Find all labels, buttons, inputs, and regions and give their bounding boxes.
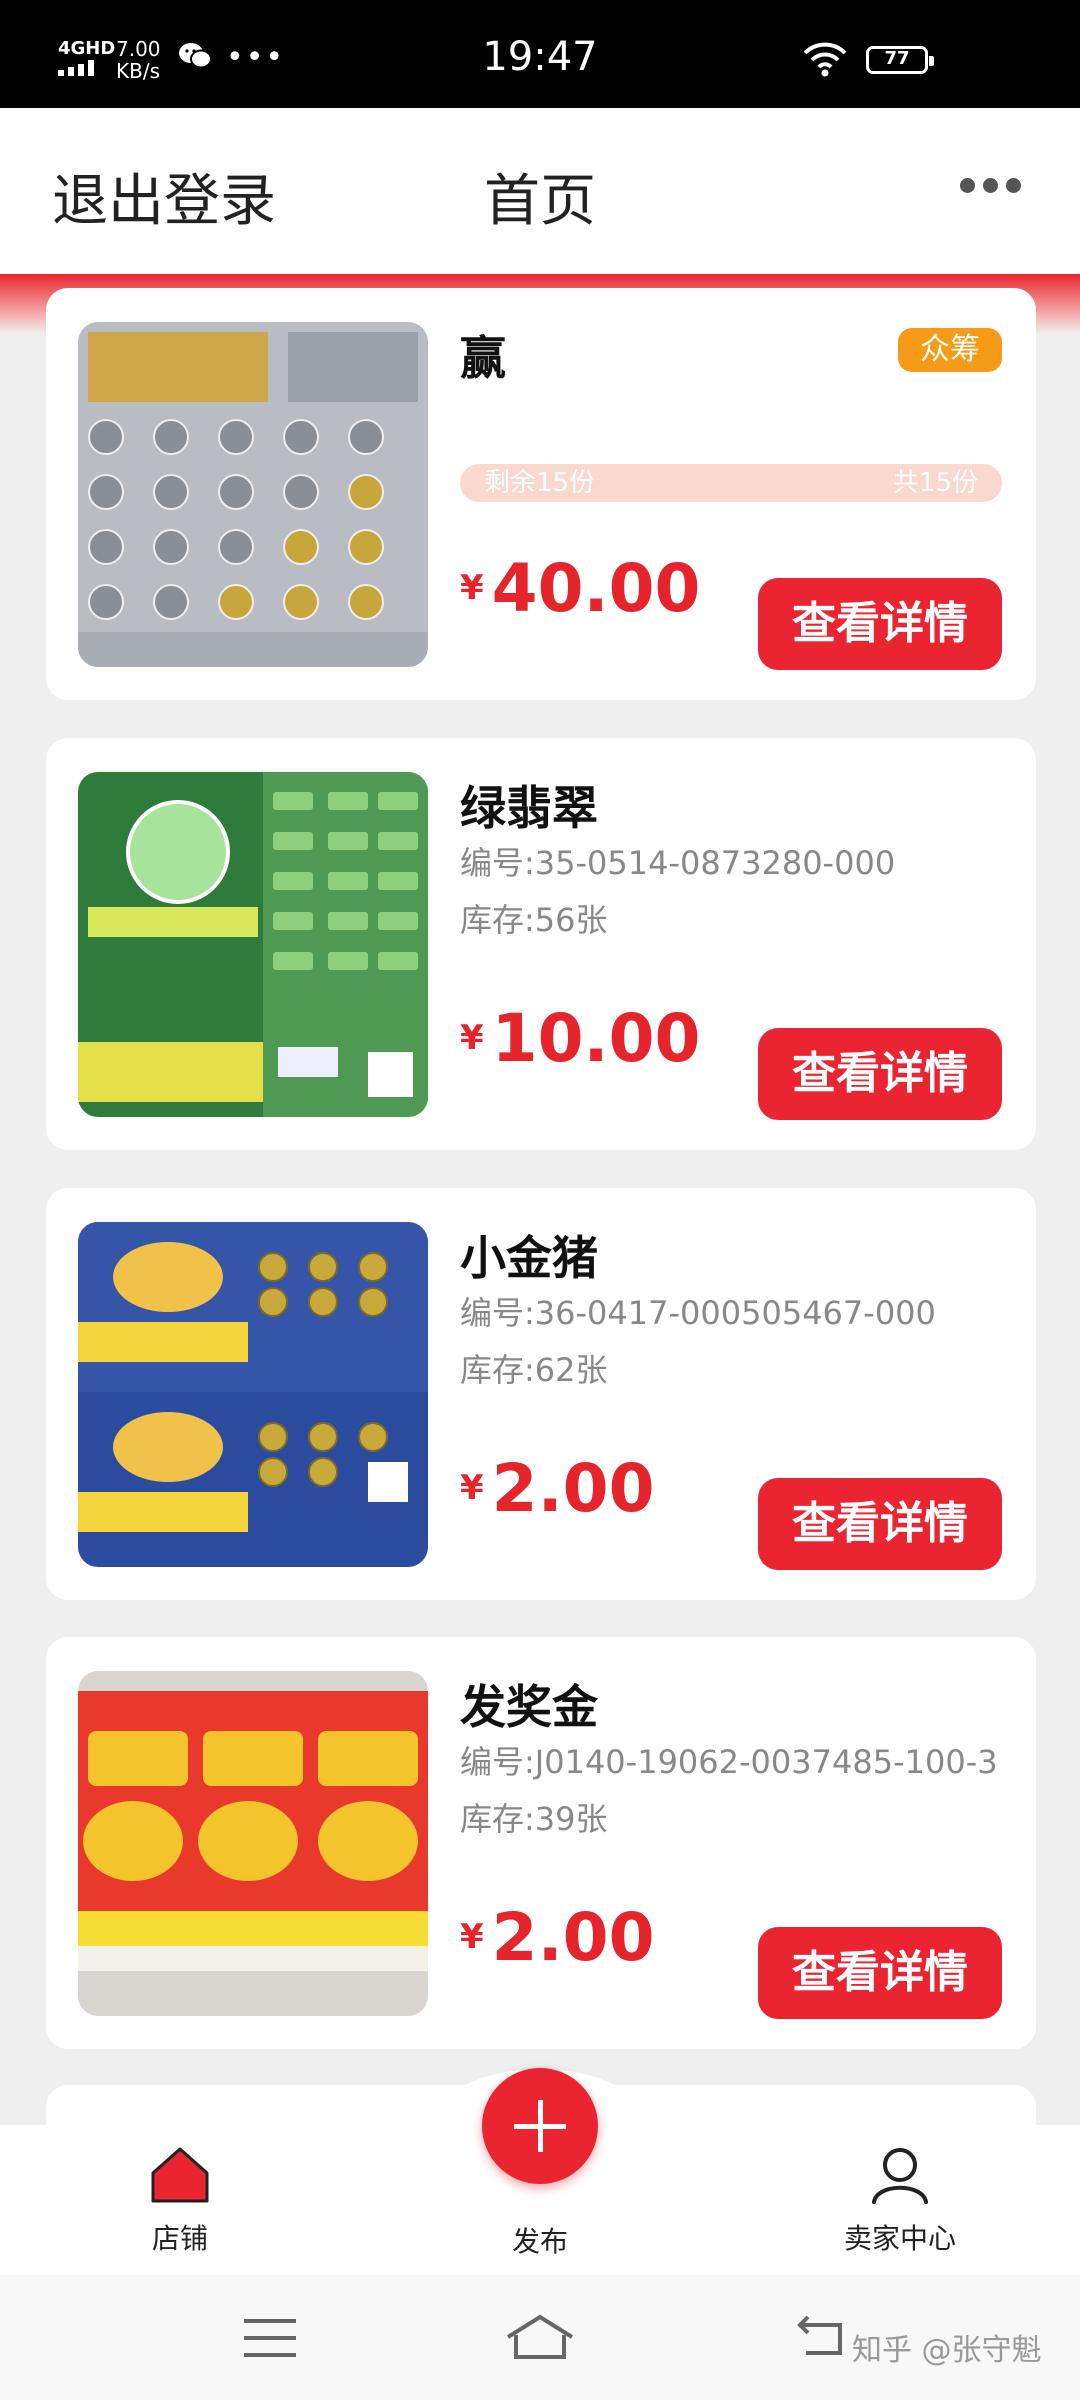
crowdfund-badge: 众筹 (898, 328, 1002, 372)
product-serial: 编号:36-0417-000505467-000 (460, 1294, 936, 1332)
app-header: 退出登录 首页 (0, 108, 1080, 274)
plus-icon (514, 2100, 566, 2152)
product-name: 赢 (460, 331, 506, 385)
user-icon (872, 2148, 928, 2204)
product-stock: 库存:56张 (460, 901, 608, 939)
scratch-ticket-image (78, 1671, 428, 2016)
scratch-ticket-image (78, 772, 428, 1117)
product-price: ¥40.00 (460, 550, 700, 627)
back-icon[interactable] (796, 2311, 850, 2359)
clock: 19:47 (482, 34, 598, 80)
product-name: 小金猪 (460, 1231, 598, 1285)
product-price: ¥2.00 (460, 1899, 655, 1976)
view-details-button[interactable]: 查看详情 (758, 1927, 1002, 2019)
view-details-button[interactable]: 查看详情 (758, 578, 1002, 670)
remaining-progress-bar: 剩余15份 共15份 (460, 464, 1002, 502)
price-amount: 2.00 (491, 1899, 655, 1976)
publish-button[interactable] (482, 2068, 598, 2184)
product-image (78, 772, 428, 1117)
view-details-button[interactable]: 查看详情 (758, 1028, 1002, 1120)
speed-unit: KB/s (116, 59, 160, 83)
price-amount: 40.00 (491, 550, 701, 627)
status-bar: 4GHD 7.00 KB/s ••• 19:47 77 (0, 0, 1080, 108)
product-stock: 库存:62张 (460, 1351, 608, 1389)
product-serial: 编号:J0140-19062-0037485-100-3 (460, 1743, 998, 1781)
product-name: 发奖金 (460, 1680, 598, 1734)
scratch-ticket-image (78, 322, 428, 667)
product-serial: 编号:35-0514-0873280-000 (460, 844, 896, 882)
currency-symbol: ¥ (460, 1468, 484, 1508)
tab-seller-label: 卖家中心 (843, 2222, 956, 2255)
total-label: 共15份 (892, 468, 978, 498)
scratch-ticket-image (78, 1222, 428, 1567)
page-title: 首页 (484, 169, 596, 234)
wifi-icon (803, 42, 847, 77)
product-image (78, 322, 428, 667)
product-stock: 库存:39张 (460, 1800, 608, 1838)
tab-store[interactable]: 店铺 (80, 2145, 280, 2257)
product-image (78, 1671, 428, 2016)
product-card[interactable]: 赢 众筹 剩余15份 共15份 ¥40.00 查看详情 (46, 288, 1036, 700)
network-speed: 7.00 KB/s (116, 38, 161, 82)
product-price: ¥2.00 (460, 1450, 655, 1527)
currency-symbol: ¥ (460, 1018, 484, 1058)
remaining-label: 剩余15份 (484, 468, 596, 498)
more-horizontal-icon[interactable] (960, 178, 1030, 204)
speed-value: 7.00 (116, 37, 161, 61)
wechat-icon (179, 43, 212, 69)
store-icon (151, 2147, 209, 2203)
system-navigation-bar: 知乎 @张守魁 (0, 2275, 1080, 2400)
currency-symbol: ¥ (460, 568, 484, 608)
menu-icon[interactable] (244, 2317, 296, 2359)
battery-icon: 77 (866, 46, 934, 74)
watermark: 知乎 @张守魁 (852, 2333, 1042, 2368)
tab-store-label: 店铺 (151, 2222, 208, 2255)
product-name: 绿翡翠 (460, 781, 598, 835)
price-amount: 2.00 (491, 1450, 655, 1527)
view-details-button[interactable]: 查看详情 (758, 1478, 1002, 1570)
product-price: ¥10.00 (460, 1000, 700, 1077)
product-card[interactable]: 小金猪 编号:36-0417-000505467-000 库存:62张 ¥2.0… (46, 1188, 1036, 1600)
logout-button[interactable]: 退出登录 (52, 156, 276, 237)
product-image (78, 1222, 428, 1567)
home-icon[interactable] (504, 2313, 576, 2361)
signal-icon (58, 60, 94, 76)
tab-seller-center[interactable]: 卖家中心 (800, 2145, 1000, 2257)
more-notifications-icon: ••• (226, 40, 286, 75)
price-amount: 10.00 (491, 1000, 701, 1077)
product-card[interactable]: 绿翡翠 编号:35-0514-0873280-000 库存:56张 ¥10.00… (46, 738, 1036, 1150)
publish-label: 发布 (511, 2225, 568, 2258)
network-type: 4GHD (58, 38, 116, 59)
battery-level: 77 (884, 48, 910, 69)
product-card[interactable]: 发奖金 编号:J0140-19062-0037485-100-3 库存:39张 … (46, 1637, 1036, 2049)
currency-symbol: ¥ (460, 1917, 484, 1957)
